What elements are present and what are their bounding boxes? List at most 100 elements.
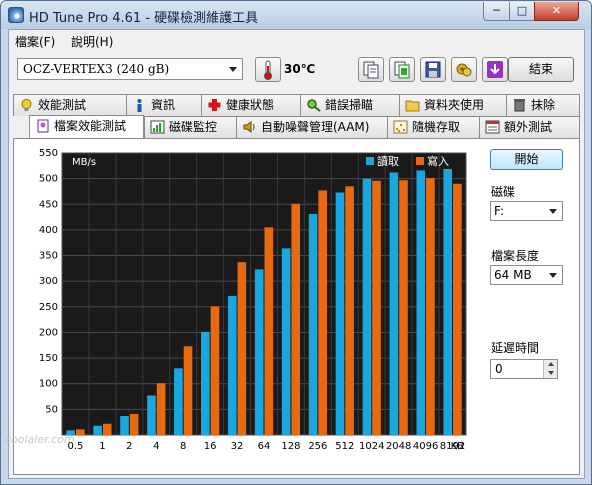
y-tick-label: 200 [39,327,58,338]
y-tick-label: 450 [39,199,58,210]
tab-label: 健康狀態 [226,98,275,112]
save-button[interactable] [420,57,446,82]
bar-write [453,183,462,435]
thermometer-icon [264,60,272,80]
tab-label: 額外測試 [504,120,553,134]
disk-select-value: F: [494,204,505,218]
bar-read [147,395,156,435]
legend-label: 寫入 [427,154,449,168]
tab-extra-tests[interactable]: 額外測試 [479,116,580,138]
speaker-icon [243,121,255,133]
start-button[interactable]: 開始 [490,149,563,170]
x-tick-label: 64 [258,441,271,452]
bar-write [183,346,193,435]
copy-text-button[interactable] [358,57,384,82]
file-benchmark-icon [37,119,49,133]
tab-file-benchmark[interactable]: 檔案效能測試 [29,115,144,139]
tab-label: 磁碟監控 [169,120,218,134]
minimize-button[interactable]: ─ [483,2,510,21]
legend-swatch [416,157,424,165]
tab-health[interactable]: 健康狀態 [201,94,301,116]
magnifier-icon [307,99,321,112]
y-tick-label: 500 [39,174,58,185]
options-button[interactable] [451,57,477,82]
x-tick-label: 512 [335,441,354,452]
title-bar[interactable]: HD Tune Pro 4.61 - 硬碟檢測維護工具 ─ □ ✕ [1,1,591,29]
tab-label: 資料夾使用 [424,98,485,112]
delay-spinner[interactable]: 0 [490,359,558,379]
bar-read [362,178,372,436]
tab-label: 抹除 [531,98,556,112]
menu-help[interactable]: 說明(H) [71,33,113,50]
y-tick-label: 300 [39,276,58,287]
download-button[interactable] [482,57,508,82]
bar-write [372,180,381,435]
maximize-button[interactable]: □ [509,2,535,21]
spin-up-button[interactable] [543,360,557,369]
download-icon [487,61,503,78]
tab-label: 資訊 [151,98,176,112]
tab-benchmark[interactable]: 效能測試 [13,94,127,116]
x-tick-label: 2048 [386,441,411,452]
health-cross-icon [208,99,221,111]
window-title: HD Tune Pro 4.61 - 硬碟檢測維護工具 [29,11,259,26]
tab-label: 檔案效能測試 [54,119,127,133]
bar-read [120,416,129,435]
tab-random-access[interactable]: 隨機存取 [387,116,480,138]
chevron-down-icon [229,67,237,72]
bar-read [201,331,210,435]
client-area: 檔案(F) 說明(H) OCZ-VERTEX3 (240 gB) 30℃ 結束 … [8,29,585,479]
app-icon [8,7,24,23]
drive-select[interactable]: OCZ-VERTEX3 (240 gB) [17,58,243,80]
exit-button[interactable]: 結束 [508,57,574,82]
extra-tests-icon [485,120,500,134]
bar-read [174,368,183,435]
y-tick-label: 550 [39,148,58,159]
lightbulb-icon [21,99,32,111]
monitor-chart-icon [150,120,165,134]
random-access-icon [393,120,408,134]
copy-screenshot-icon [394,61,410,79]
y-tick-label: 350 [39,251,58,262]
spin-down-button[interactable] [543,369,557,378]
bar-read [281,248,291,435]
tab-disk-monitor[interactable]: 磁碟監控 [144,116,237,138]
file-length-select[interactable]: 64 MB [490,265,563,285]
tab-info[interactable]: 資訊 [126,94,202,116]
bar-read [389,172,399,435]
bar-read [416,170,426,435]
save-icon [425,61,441,78]
tab-label: 錯誤掃瞄 [325,98,374,112]
copy-text-icon [363,61,379,79]
info-icon [137,99,142,112]
delay-value: 0 [495,362,503,376]
watermark: coolaler.com [5,433,75,446]
thermometer-button[interactable] [255,57,281,82]
tab-aam[interactable]: 自動噪聲管理(AAM) [236,116,388,138]
close-button[interactable]: ✕ [534,2,579,21]
disk-label: 磁碟 [491,185,516,199]
bar-read [308,214,318,435]
copy-screenshot-button[interactable] [389,57,415,82]
menu-file[interactable]: 檔案(F) [15,33,55,50]
tab-error-scan[interactable]: 錯誤掃瞄 [300,94,400,116]
x-tick-label: 16 [204,441,217,452]
tab-erase[interactable]: 抹除 [506,94,580,116]
x-tick-label: 128 [281,441,300,452]
file-length-select-value: 64 MB [494,268,532,282]
bar-write [399,180,408,435]
x-tick-label: 4096 [413,441,438,452]
bar-read [93,425,102,435]
bar-write [264,227,274,435]
x-tick-label: 1 [99,441,105,452]
bar-write [75,429,85,435]
bar-write [210,306,220,435]
bar-write [156,383,166,435]
folder-icon [405,100,420,112]
bar-write [426,178,435,435]
bar-read [443,168,453,436]
disk-select[interactable]: F: [490,201,563,221]
x-tick-label: 256 [308,441,327,452]
tab-folder-usage[interactable]: 資料夾使用 [399,94,507,116]
trash-icon [514,99,525,112]
